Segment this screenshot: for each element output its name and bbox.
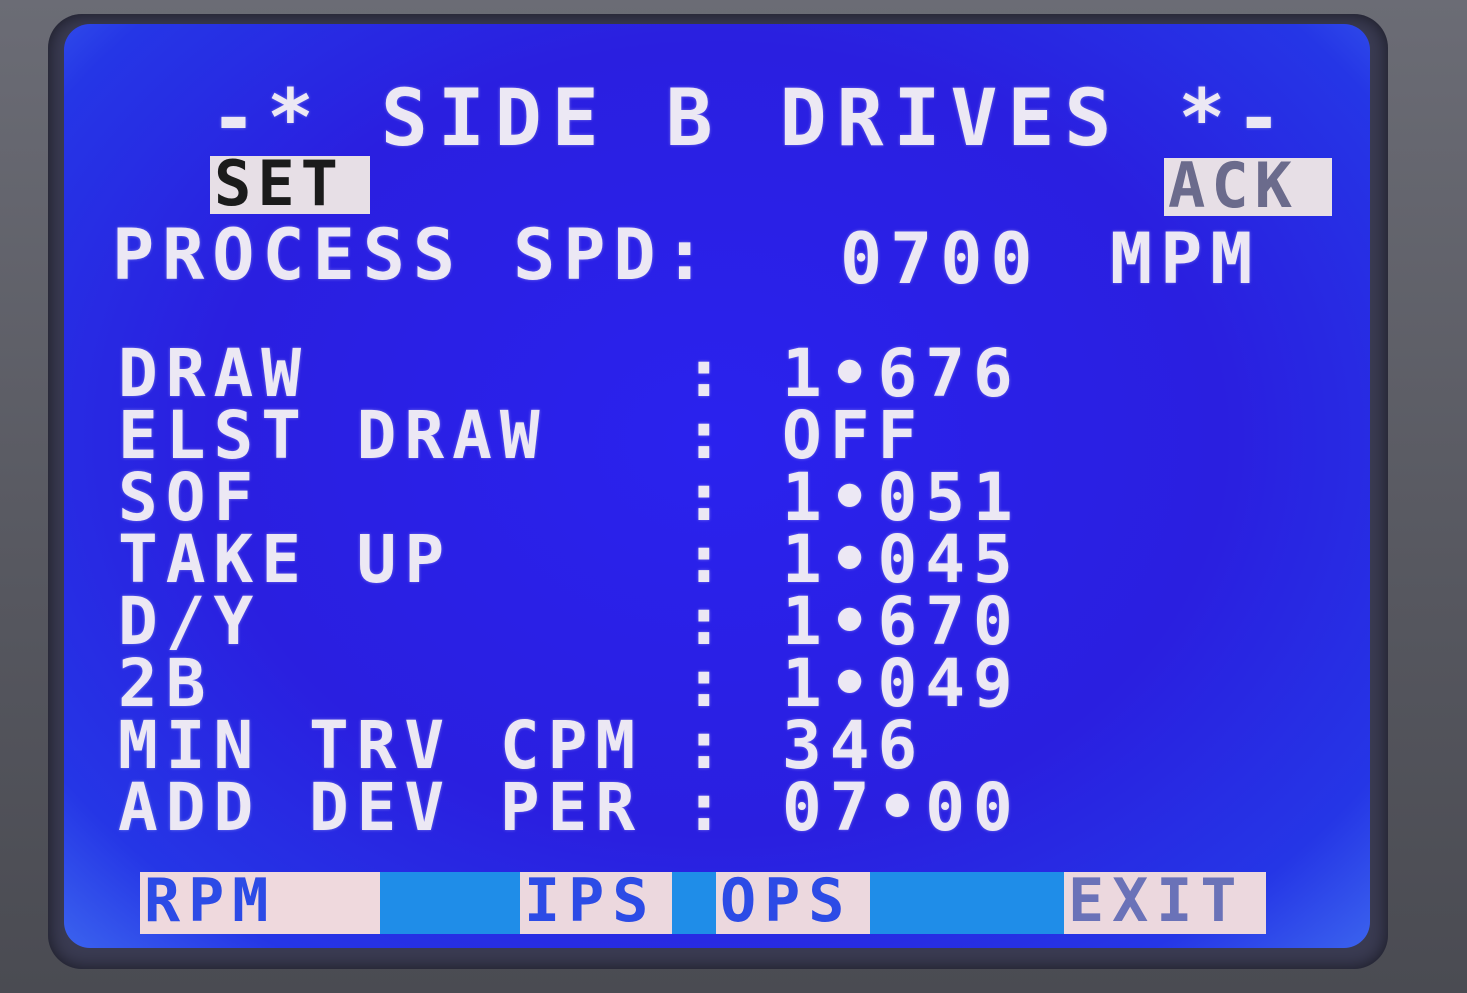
param-value: 07•00 bbox=[782, 769, 1021, 846]
drive-parameters: DRAW : 1•676 ELST DRAW : OFF SOF : 1•051… bbox=[118, 341, 1118, 862]
param-label: ADD DEV PER bbox=[118, 769, 644, 846]
exit-function-key[interactable]: EXIT bbox=[1064, 871, 1266, 934]
ops-function-key[interactable]: OPS bbox=[716, 871, 870, 934]
lcd-screen: -* SIDE B DRIVES *- SET ACK PROCESS SPD:… bbox=[64, 24, 1370, 948]
screen-title: -* SIDE B DRIVES *- bbox=[210, 74, 1293, 164]
ips-function-key[interactable]: IPS bbox=[520, 871, 672, 934]
ack-button[interactable]: ACK bbox=[1164, 155, 1332, 217]
rpm-function-key[interactable]: RPM bbox=[140, 871, 380, 934]
process-speed-label: PROCESS SPD: bbox=[112, 214, 714, 296]
set-button[interactable]: SET bbox=[210, 153, 370, 215]
param-row-add-dev-per[interactable]: ADD DEV PER : 07•00 bbox=[118, 775, 1013, 841]
display-content: -* SIDE B DRIVES *- SET ACK PROCESS SPD:… bbox=[106, 54, 1332, 934]
process-speed-value[interactable]: 0700 bbox=[840, 218, 1041, 300]
process-speed-unit: MPM bbox=[1110, 218, 1261, 300]
param-separator: : bbox=[684, 769, 732, 846]
